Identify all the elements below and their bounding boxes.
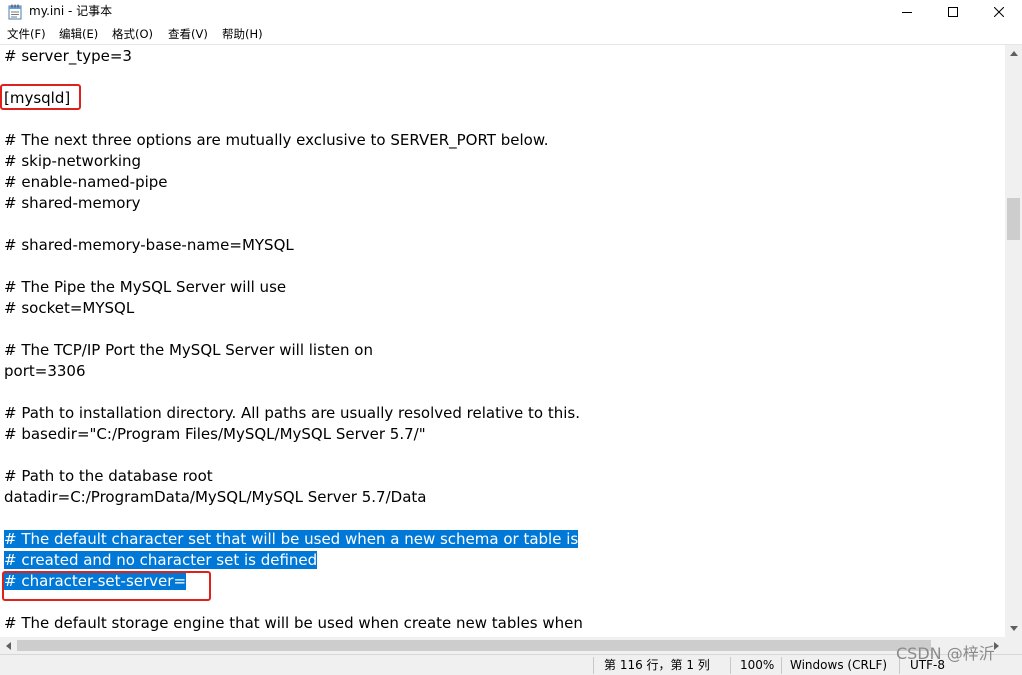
maximize-button[interactable] <box>930 0 976 24</box>
cursor-position: 第 116 行，第 1 列 <box>604 658 710 672</box>
status-bar: 第 116 行，第 1 列 100% Windows (CRLF) UTF-8 <box>0 654 1022 675</box>
text-line-content: datadir=C:/ProgramData/MySQL/MySQL Serve… <box>4 488 427 506</box>
text-line-content: # server_type=3 <box>4 47 132 65</box>
text-line-content: # Path to installation directory. All pa… <box>4 404 580 422</box>
text-line: # Path to installation directory. All pa… <box>4 403 580 424</box>
text-line-content: # The next three options are mutually ex… <box>4 131 549 149</box>
text-line-content: # The default character set that will be… <box>4 530 579 548</box>
text-line-content: # created and no character set is define… <box>4 551 318 569</box>
scrollbar-corner <box>1005 637 1022 654</box>
text-line: # created and no character set is define… <box>4 550 318 571</box>
menu-file[interactable]: 文件(F) <box>7 27 46 41</box>
chevron-up-icon <box>1009 51 1018 56</box>
horizontal-scrollbar[interactable] <box>0 637 1005 654</box>
scroll-left-button[interactable] <box>0 637 17 654</box>
window-title: my.ini - 记事本 <box>29 4 113 18</box>
horizontal-scroll-thumb[interactable] <box>17 640 931 651</box>
vertical-scrollbar[interactable] <box>1005 45 1022 637</box>
annotation-box-charset <box>2 571 211 601</box>
chevron-down-icon <box>1009 626 1018 631</box>
scroll-up-button[interactable] <box>1005 45 1022 62</box>
text-line: # The TCP/IP Port the MySQL Server will … <box>4 340 373 361</box>
notepad-icon <box>8 4 22 20</box>
chevron-right-icon <box>994 641 999 650</box>
text-line: # skip-networking <box>4 151 141 172</box>
menu-edit[interactable]: 编辑(E) <box>59 27 98 41</box>
menu-format[interactable]: 格式(O) <box>112 27 153 41</box>
text-line-content: # Path to the database root <box>4 467 213 485</box>
text-line-content: # shared-memory-base-name=MYSQL <box>4 236 294 254</box>
text-line-content: # shared-memory <box>4 194 141 212</box>
text-line-content: # skip-networking <box>4 152 142 170</box>
scroll-down-button[interactable] <box>1005 620 1022 637</box>
text-line-content: # The Pipe the MySQL Server will use <box>4 278 287 296</box>
text-line: port=3306 <box>4 361 86 382</box>
vertical-scroll-thumb[interactable] <box>1007 198 1020 240</box>
text-line-content: port=3306 <box>4 362 86 380</box>
text-line: # basedir="C:/Program Files/MySQL/MySQL … <box>4 424 426 445</box>
title-bar[interactable]: my.ini - 记事本 <box>0 0 1022 24</box>
text-line: # The default storage engine that will b… <box>4 613 583 634</box>
line-ending: Windows (CRLF) <box>790 658 888 672</box>
text-line: # socket=MYSQL <box>4 298 134 319</box>
chevron-left-icon <box>6 641 11 650</box>
text-line-content: # enable-named-pipe <box>4 173 168 191</box>
text-line: # Path to the database root <box>4 466 213 487</box>
text-line-content: # basedir="C:/Program Files/MySQL/MySQL … <box>4 425 426 443</box>
watermark: CSDN @梓沂 <box>896 644 995 663</box>
text-editor[interactable]: # server_type=3 [mysqld] # The next three … <box>0 45 1005 637</box>
menu-bar: 文件(F) 编辑(E) 格式(O) 查看(V) 帮助(H) <box>0 24 1022 44</box>
menu-help[interactable]: 帮助(H) <box>222 27 263 41</box>
text-line: # shared-memory-base-name=MYSQL <box>4 235 294 256</box>
minimize-button[interactable] <box>884 0 930 24</box>
text-line: # server_type=3 <box>4 46 132 67</box>
annotation-box-mysqld <box>0 84 81 110</box>
status-separator <box>730 657 731 674</box>
text-line: # enable-named-pipe <box>4 172 168 193</box>
text-line: # The Pipe the MySQL Server will use <box>4 277 286 298</box>
close-button[interactable] <box>976 0 1022 24</box>
menu-view[interactable]: 查看(V) <box>168 27 208 41</box>
minimize-icon <box>902 12 912 13</box>
close-icon <box>994 7 1004 17</box>
text-line: datadir=C:/ProgramData/MySQL/MySQL Serve… <box>4 487 426 508</box>
status-separator <box>781 657 782 674</box>
text-line: # The next three options are mutually ex… <box>4 130 548 151</box>
text-line: # shared-memory <box>4 193 141 214</box>
text-line-content: # The default storage engine that will b… <box>4 614 583 632</box>
status-separator <box>593 657 594 674</box>
zoom-level: 100% <box>740 658 775 672</box>
text-line-content: # The TCP/IP Port the MySQL Server will … <box>4 341 373 359</box>
text-line-content: # socket=MYSQL <box>4 299 135 317</box>
text-line: # The default character set that will be… <box>4 529 579 550</box>
maximize-icon <box>948 7 958 17</box>
